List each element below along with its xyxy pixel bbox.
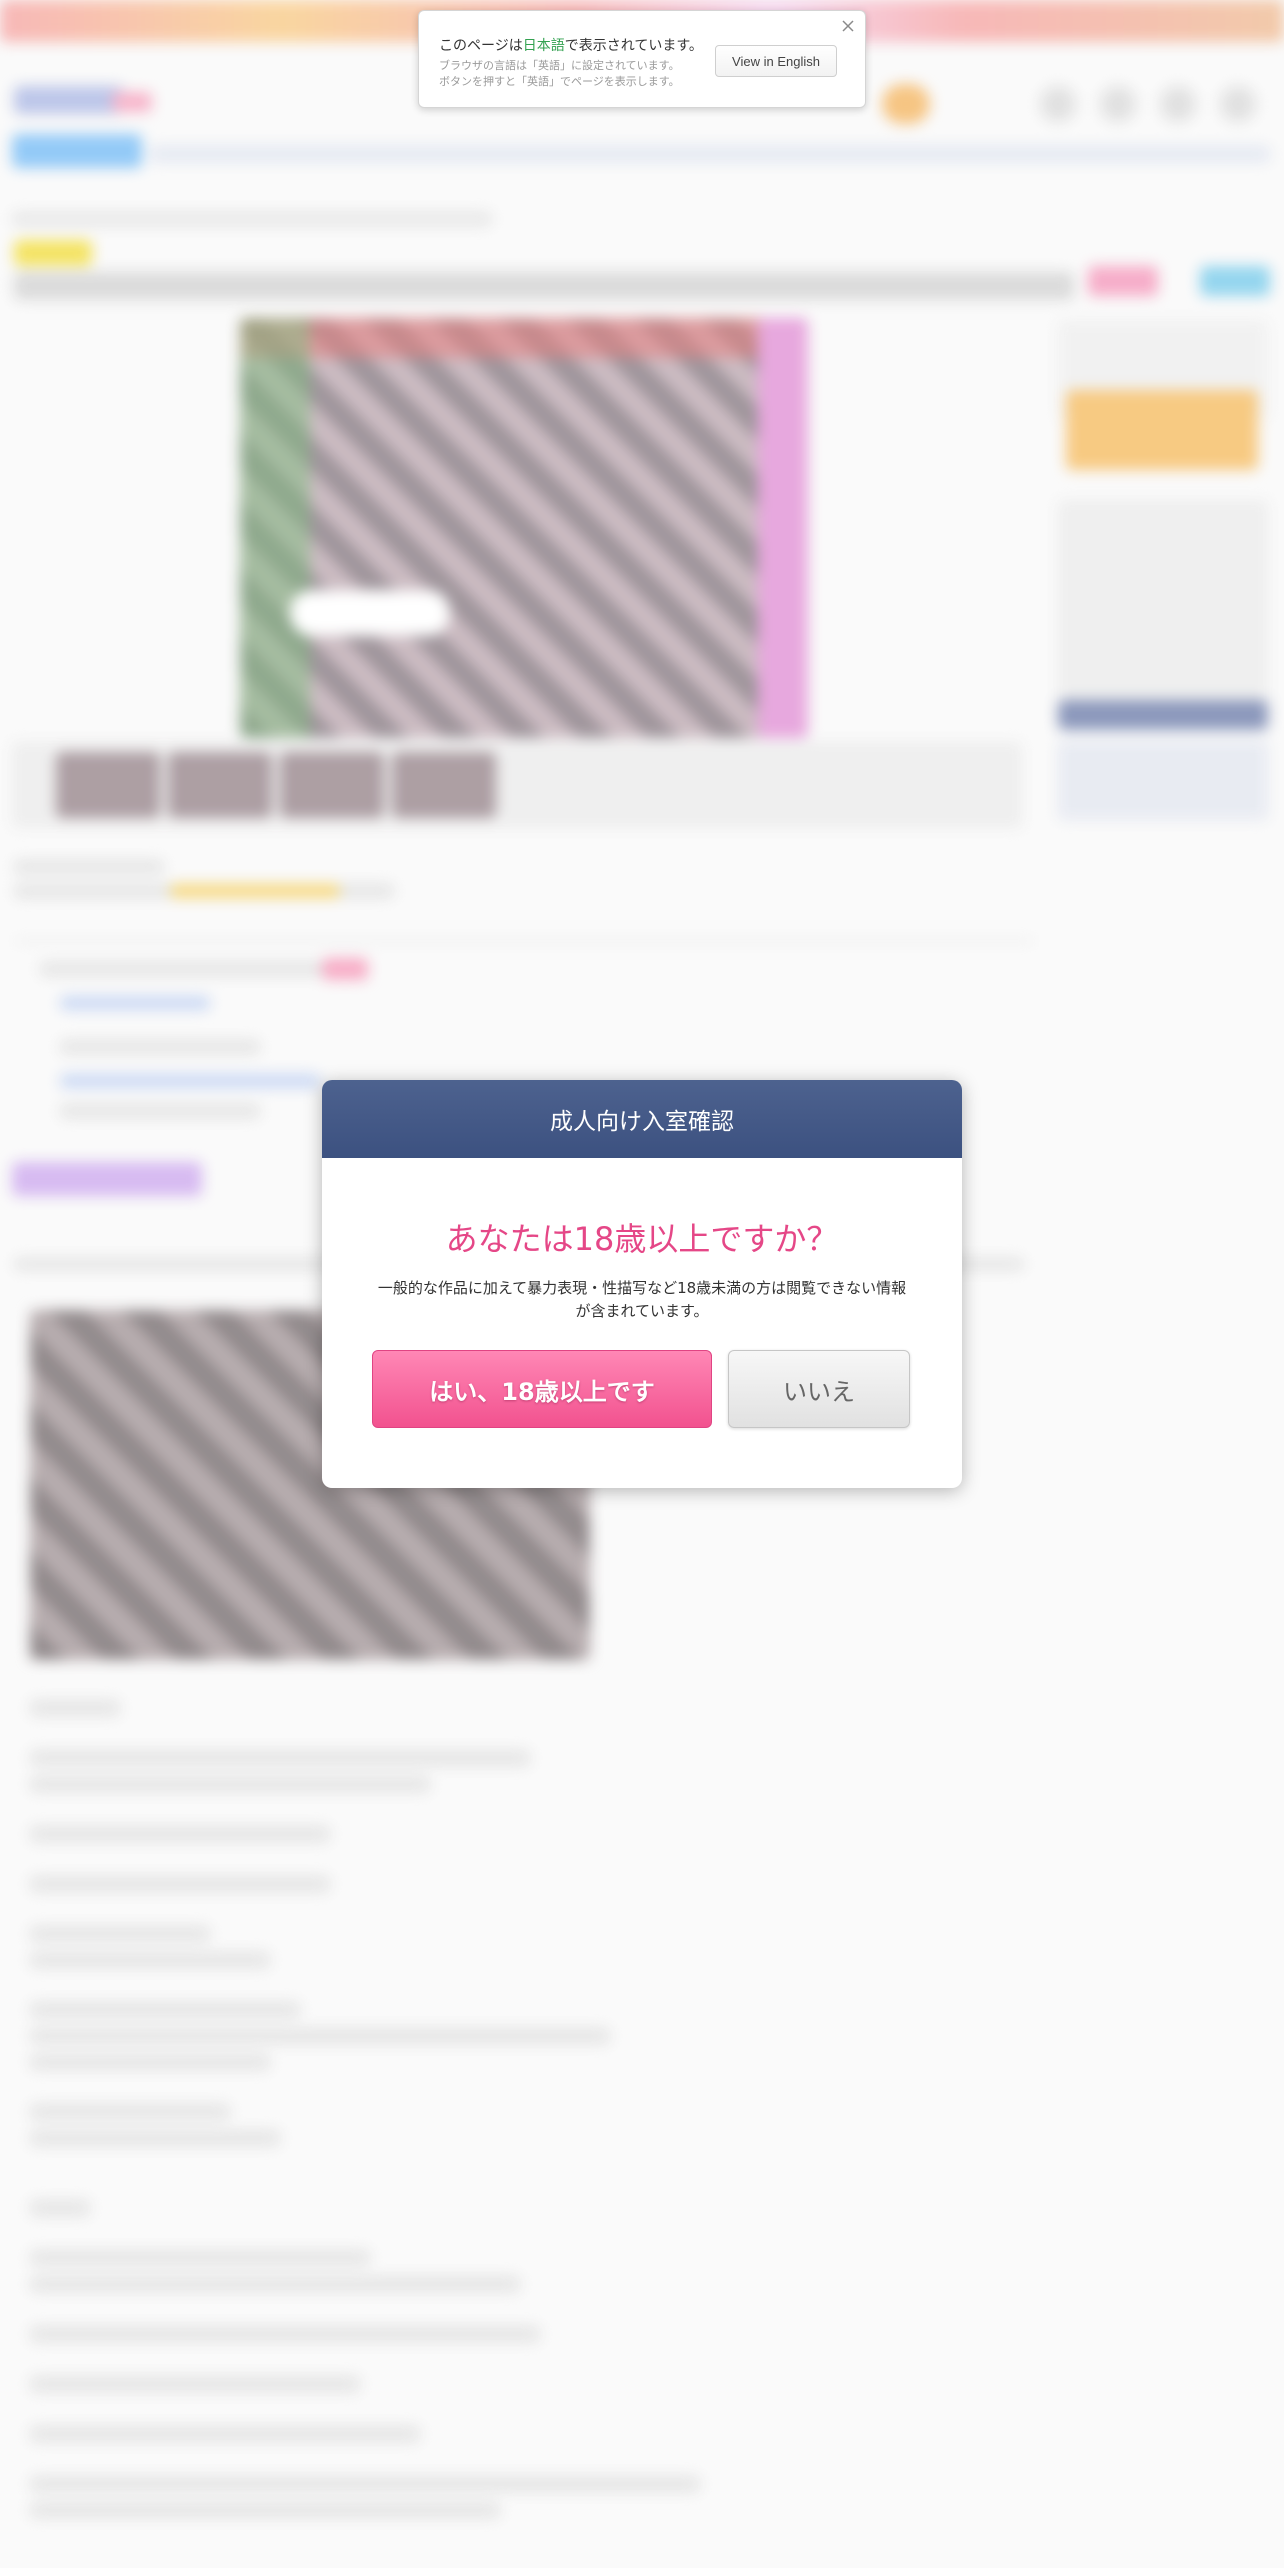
- modal-title: 成人向け入室確認: [322, 1080, 962, 1158]
- message-prefix: このページは: [439, 38, 523, 54]
- age-description: 一般的な作品に加えて暴力表現・性描写など18歳未満の方は閲覧できない情報が含まれ…: [377, 1279, 907, 1320]
- language-notice-popup: このページは日本語で表示されています。 ブラウザの言語は「英語」に設定されていま…: [418, 10, 866, 108]
- confirm-adult-button[interactable]: はい、18歳以上です: [372, 1350, 712, 1428]
- decline-button[interactable]: いいえ: [728, 1350, 910, 1428]
- age-verification-modal: 成人向け入室確認 あなたは18歳以上ですか？ 一般的な作品に加えて暴力表現・性描…: [322, 1080, 962, 1488]
- close-icon[interactable]: [839, 17, 857, 35]
- subtext-line: ボタンを押すと「英語」でページを表示します。: [439, 75, 680, 88]
- language-notice-subtext: ブラウザの言語は「英語」に設定されています。 ボタンを押すと「英語」でページを表…: [439, 58, 719, 90]
- age-question: あなたは18歳以上ですか？: [445, 1220, 839, 1258]
- message-language: 日本語: [522, 38, 565, 54]
- subtext-line: ブラウザの言語は「英語」に設定されています。: [439, 59, 680, 72]
- language-notice-message: このページは日本語で表示されています。: [439, 35, 703, 55]
- view-in-english-button[interactable]: View in English: [715, 45, 837, 77]
- message-suffix: で表示されています。: [564, 38, 703, 54]
